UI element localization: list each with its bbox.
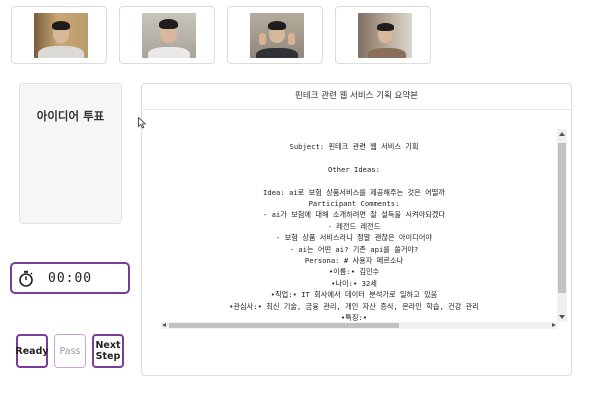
meeting-screen: 아이디어 투표 00:00 Ready Pass Next Step 핀테크 관… bbox=[0, 0, 600, 400]
timer-value: 00:00 bbox=[48, 271, 93, 286]
vertical-scrollbar[interactable] bbox=[557, 129, 567, 322]
participant-tile-3[interactable] bbox=[227, 6, 323, 64]
summary-panel: 핀테크 관련 웹 서비스 기획 요약본 Subject: 핀테크 관련 웹 서비… bbox=[141, 83, 572, 376]
vertical-scroll-thumb[interactable] bbox=[558, 143, 566, 293]
participant-tile-1[interactable] bbox=[11, 6, 107, 64]
summary-scroll-area[interactable]: Subject: 핀테크 관련 웹 서비스 기획 Other Ideas: Id… bbox=[161, 129, 569, 329]
horizontal-scroll-thumb[interactable] bbox=[169, 323, 399, 328]
summary-text: Subject: 핀테크 관련 웹 서비스 기획 Other Ideas: Id… bbox=[229, 142, 479, 322]
scroll-up-icon[interactable] bbox=[559, 132, 565, 136]
participant-tile-4[interactable] bbox=[335, 6, 431, 64]
idea-vote-panel: 아이디어 투표 bbox=[19, 83, 122, 224]
stopwatch-icon bbox=[19, 270, 33, 287]
participant-1-video bbox=[34, 13, 88, 58]
summary-title: 핀테크 관련 웹 서비스 기획 요약본 bbox=[142, 84, 571, 110]
pass-button[interactable]: Pass bbox=[54, 334, 86, 368]
scroll-left-icon[interactable] bbox=[162, 323, 166, 327]
participant-4-video bbox=[358, 13, 412, 58]
participant-3-video bbox=[250, 13, 304, 58]
next-step-button[interactable]: Next Step bbox=[92, 334, 124, 368]
horizontal-scrollbar[interactable] bbox=[161, 322, 557, 329]
scroll-down-icon[interactable] bbox=[559, 315, 565, 319]
participant-2-video bbox=[142, 13, 196, 58]
ready-button[interactable]: Ready bbox=[15, 334, 49, 368]
timer: 00:00 bbox=[10, 262, 130, 294]
scroll-right-icon[interactable] bbox=[552, 323, 556, 327]
mouse-cursor-icon bbox=[138, 117, 146, 129]
idea-vote-title: 아이디어 투표 bbox=[36, 109, 105, 123]
participant-tile-2[interactable] bbox=[119, 6, 215, 64]
